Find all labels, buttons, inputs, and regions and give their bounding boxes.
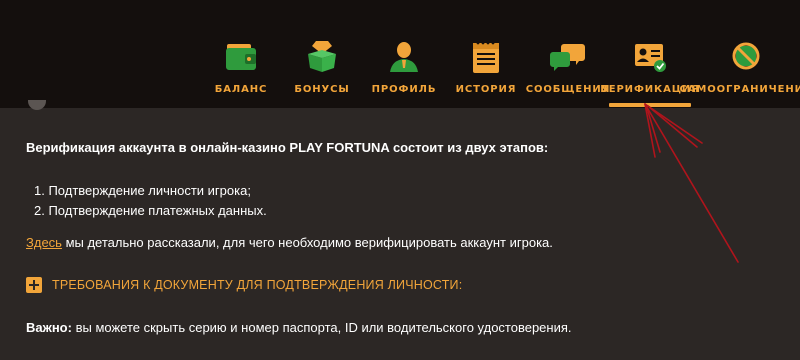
important-label: Важно: — [26, 320, 72, 335]
nav-item-verification[interactable]: ВЕРИФИКАЦИЯ — [600, 38, 699, 108]
annotation-arrow-line — [644, 103, 739, 263]
here-link[interactable]: Здесь — [26, 235, 62, 250]
nav-item-bonuses[interactable]: БОНУСЫ — [294, 38, 349, 108]
annotation-arrow-line — [644, 103, 703, 144]
list-item: 2. Подтверждение платежных данных. — [34, 203, 267, 218]
nav-label-bonuses: БОНУСЫ — [294, 84, 350, 95]
list-item: 1. Подтверждение личности игрока; — [34, 183, 251, 198]
nav-item-history[interactable]: ИСТОРИЯ — [456, 38, 515, 108]
wallet-icon — [226, 44, 256, 70]
annotation-arrow-line — [647, 105, 698, 148]
steps-list: 1. Подтверждение личности игрока; 2. Под… — [34, 181, 267, 221]
nav-label-history: ИСТОРИЯ — [455, 84, 517, 95]
nav-label-balance: БАЛАНС — [214, 84, 268, 95]
id-card-check-icon — [635, 44, 666, 72]
partial-avatar — [28, 100, 46, 110]
intro-text: Верификация аккаунта в онлайн-казино PLA… — [26, 140, 549, 155]
details-text: мы детально рассказали, для чего необход… — [61, 235, 553, 250]
important-text: вы можете скрыть серию и номер паспорта,… — [71, 320, 572, 335]
user-profile-icon — [390, 42, 418, 72]
cabinet-nav: БАЛАНС БОНУСЫ ПРОФИЛЬ ИСТОРИЯ СООБЩЕНИЯ … — [0, 0, 800, 108]
active-tab-underline — [609, 103, 691, 107]
notepad-history-icon — [473, 41, 499, 73]
annotation-arrow-line — [644, 103, 656, 158]
no-entry-icon — [732, 42, 760, 70]
chat-bubbles-icon — [550, 44, 585, 71]
nav-label-profile: ПРОФИЛЬ — [371, 84, 437, 95]
important-note: Важно: вы можете скрыть серию и номер па… — [26, 319, 572, 337]
nav-item-messages[interactable]: СООБЩЕНИЯ — [526, 38, 609, 108]
annotation-arrow-line — [646, 107, 661, 153]
nav-item-profile[interactable]: ПРОФИЛЬ — [372, 38, 435, 108]
nav-item-self-limits[interactable]: САМООГРАНИЧЕНИЯ — [679, 38, 800, 108]
gift-diamond-icon — [308, 41, 336, 72]
details-paragraph: Здесь мы детально рассказали, для чего н… — [26, 234, 553, 252]
nav-label-self-limits: САМООГРАНИЧЕНИЯ — [679, 84, 800, 95]
accordion-title: ТРЕБОВАНИЯ К ДОКУМЕНТУ ДЛЯ ПОДТВЕРЖДЕНИЯ… — [52, 278, 463, 292]
document-requirements-accordion[interactable]: ТРЕБОВАНИЯ К ДОКУМЕНТУ ДЛЯ ПОДТВЕРЖДЕНИЯ… — [26, 276, 462, 294]
nav-label-messages: СООБЩЕНИЯ — [525, 84, 611, 95]
nav-item-balance[interactable]: БАЛАНС — [215, 38, 266, 108]
plus-icon[interactable] — [26, 277, 42, 293]
